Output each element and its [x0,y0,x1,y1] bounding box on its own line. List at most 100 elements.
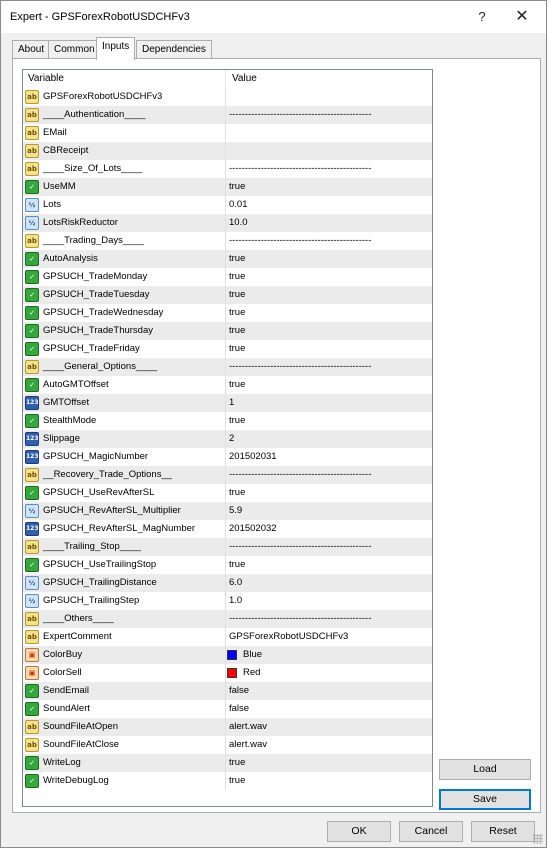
grid-row[interactable]: ab CBReceipt [23,142,432,160]
variable-cell[interactable]: ✓ SendEmail [23,682,226,700]
variable-cell[interactable]: ✓ StealthMode [23,412,226,430]
variable-cell[interactable]: ab __Recovery_Trade_Options__ [23,466,226,484]
grid-row[interactable]: ✓ SoundAlert false [23,700,432,718]
grid-row[interactable]: ab ____Trading_Days____ ------------------… [23,232,432,250]
variable-cell[interactable]: ab SoundFileAtClose [23,736,226,754]
variable-cell[interactable]: ✓ GPSUCH_UseRevAfterSL [23,484,226,502]
value-cell[interactable]: ----------------------------------------… [227,610,432,628]
grid-row[interactable]: ab ____Authentication____ ----------------… [23,106,432,124]
reset-button[interactable]: Reset [471,821,535,842]
variable-cell[interactable]: ab ____Trading_Days____ [23,232,226,250]
grid-row[interactable]: ▣ ColorSell Red [23,664,432,682]
value-cell[interactable]: true [227,250,432,268]
value-cell[interactable]: alert.wav [227,736,432,754]
value-cell[interactable]: 5.9 [227,502,432,520]
variable-cell[interactable]: ab SoundFileAtOpen [23,718,226,736]
value-cell[interactable]: false [227,700,432,718]
grid-row[interactable]: 123 Slippage 2 [23,430,432,448]
grid-row[interactable]: 123 GPSUCH_RevAfterSL_MagNumber 201502032 [23,520,432,538]
grid-row[interactable]: ab GPSForexRobotUSDCHFv3 [23,88,432,106]
variable-cell[interactable]: ✓ WriteLog [23,754,226,772]
grid-row[interactable]: ab ____General_Options____ ---------------… [23,358,432,376]
variable-cell[interactable]: ab ____Size_Of_Lots____ [23,160,226,178]
column-header-variable[interactable]: Variable [23,70,226,88]
grid-row[interactable]: ✓ AutoAnalysis true [23,250,432,268]
variable-cell[interactable]: 123 Slippage [23,430,226,448]
variable-cell[interactable]: ✓ GPSUCH_TradeTuesday [23,286,226,304]
grid-row[interactable]: ab EMail [23,124,432,142]
value-cell[interactable]: true [227,340,432,358]
grid-row[interactable]: ab SoundFileAtClose alert.wav [23,736,432,754]
value-cell[interactable]: true [227,412,432,430]
value-cell[interactable]: true [227,268,432,286]
grid-row[interactable]: ✓ GPSUCH_TradeWednesday true [23,304,432,322]
grid-row[interactable]: ✓ UseMM true [23,178,432,196]
grid-row[interactable]: ab ____Size_Of_Lots____ ------------------… [23,160,432,178]
value-cell[interactable]: true [227,484,432,502]
grid-row[interactable]: ½ GPSUCH_TrailingStep 1.0 [23,592,432,610]
load-button[interactable]: Load [439,759,531,780]
value-cell[interactable]: true [227,556,432,574]
variable-cell[interactable]: 123 GMTOffset [23,394,226,412]
grid-row[interactable]: ½ LotsRiskReductor 10.0 [23,214,432,232]
value-cell[interactable]: 1.0 [227,592,432,610]
grid-row[interactable]: ✓ WriteLog true [23,754,432,772]
value-cell[interactable]: ----------------------------------------… [227,466,432,484]
variable-cell[interactable]: ✓ GPSUCH_TradeFriday [23,340,226,358]
variable-cell[interactable]: ab EMail [23,124,226,142]
value-cell[interactable]: 1 [227,394,432,412]
ok-button[interactable]: OK [327,821,391,842]
variable-cell[interactable]: 123 GPSUCH_RevAfterSL_MagNumber [23,520,226,538]
resize-grip[interactable] [533,834,543,844]
variable-cell[interactable]: ✓ WriteDebugLog [23,772,226,790]
grid-row[interactable]: ab ____Others____ ------------------------… [23,610,432,628]
variable-cell[interactable]: ab ExpertComment [23,628,226,646]
value-cell[interactable]: ----------------------------------------… [227,538,432,556]
variable-cell[interactable]: ab ____Others____ [23,610,226,628]
grid-row[interactable]: ab ExpertComment GPSForexRobotUSDCHFv3 [23,628,432,646]
inputs-grid[interactable]: Variable Value ab GPSForexRobotUSDCHFv3 ab… [22,69,433,807]
value-cell[interactable]: false [227,682,432,700]
grid-row[interactable]: ✓ GPSUCH_UseTrailingStop true [23,556,432,574]
value-cell[interactable]: ----------------------------------------… [227,232,432,250]
variable-cell[interactable]: ab ____Authentication____ [23,106,226,124]
close-button[interactable]: ✕ [502,5,542,29]
variable-cell[interactable]: ✓ AutoGMTOffset [23,376,226,394]
tab-inputs[interactable]: Inputs [96,37,136,60]
variable-cell[interactable]: ab ____General_Options____ [23,358,226,376]
value-cell[interactable]: ----------------------------------------… [227,160,432,178]
variable-cell[interactable]: ✓ GPSUCH_TradeMonday [23,268,226,286]
value-cell[interactable] [227,88,432,106]
variable-cell[interactable]: ½ Lots [23,196,226,214]
value-cell[interactable]: Red [227,664,432,682]
grid-row[interactable]: ✓ AutoGMTOffset true [23,376,432,394]
value-cell[interactable] [227,142,432,160]
save-button[interactable]: Save [439,789,531,810]
variable-cell[interactable]: ✓ UseMM [23,178,226,196]
variable-cell[interactable]: ab GPSForexRobotUSDCHFv3 [23,88,226,106]
value-cell[interactable]: 201502032 [227,520,432,538]
grid-row[interactable]: ✓ GPSUCH_UseRevAfterSL true [23,484,432,502]
variable-cell[interactable]: ½ GPSUCH_TrailingDistance [23,574,226,592]
column-header-value[interactable]: Value [227,70,432,88]
value-cell[interactable]: true [227,322,432,340]
grid-row[interactable]: ▣ ColorBuy Blue [23,646,432,664]
variable-cell[interactable]: ab ____Trailing_Stop____ [23,538,226,556]
value-cell[interactable]: 10.0 [227,214,432,232]
value-cell[interactable]: true [227,286,432,304]
variable-cell[interactable]: ½ GPSUCH_RevAfterSL_Multiplier [23,502,226,520]
value-cell[interactable]: ----------------------------------------… [227,358,432,376]
value-cell[interactable]: 0.01 [227,196,432,214]
grid-row[interactable]: ✓ GPSUCH_TradeFriday true [23,340,432,358]
value-cell[interactable] [227,124,432,142]
grid-row[interactable]: ✓ WriteDebugLog true [23,772,432,790]
help-button[interactable]: ? [462,5,502,29]
value-cell[interactable]: Blue [227,646,432,664]
grid-row[interactable]: ½ GPSUCH_TrailingDistance 6.0 [23,574,432,592]
value-cell[interactable]: true [227,754,432,772]
variable-cell[interactable]: 123 GPSUCH_MagicNumber [23,448,226,466]
grid-row[interactable]: ½ GPSUCH_RevAfterSL_Multiplier 5.9 [23,502,432,520]
grid-row[interactable]: ✓ SendEmail false [23,682,432,700]
grid-row[interactable]: ab ____Trailing_Stop____ -----------------… [23,538,432,556]
value-cell[interactable]: 201502031 [227,448,432,466]
